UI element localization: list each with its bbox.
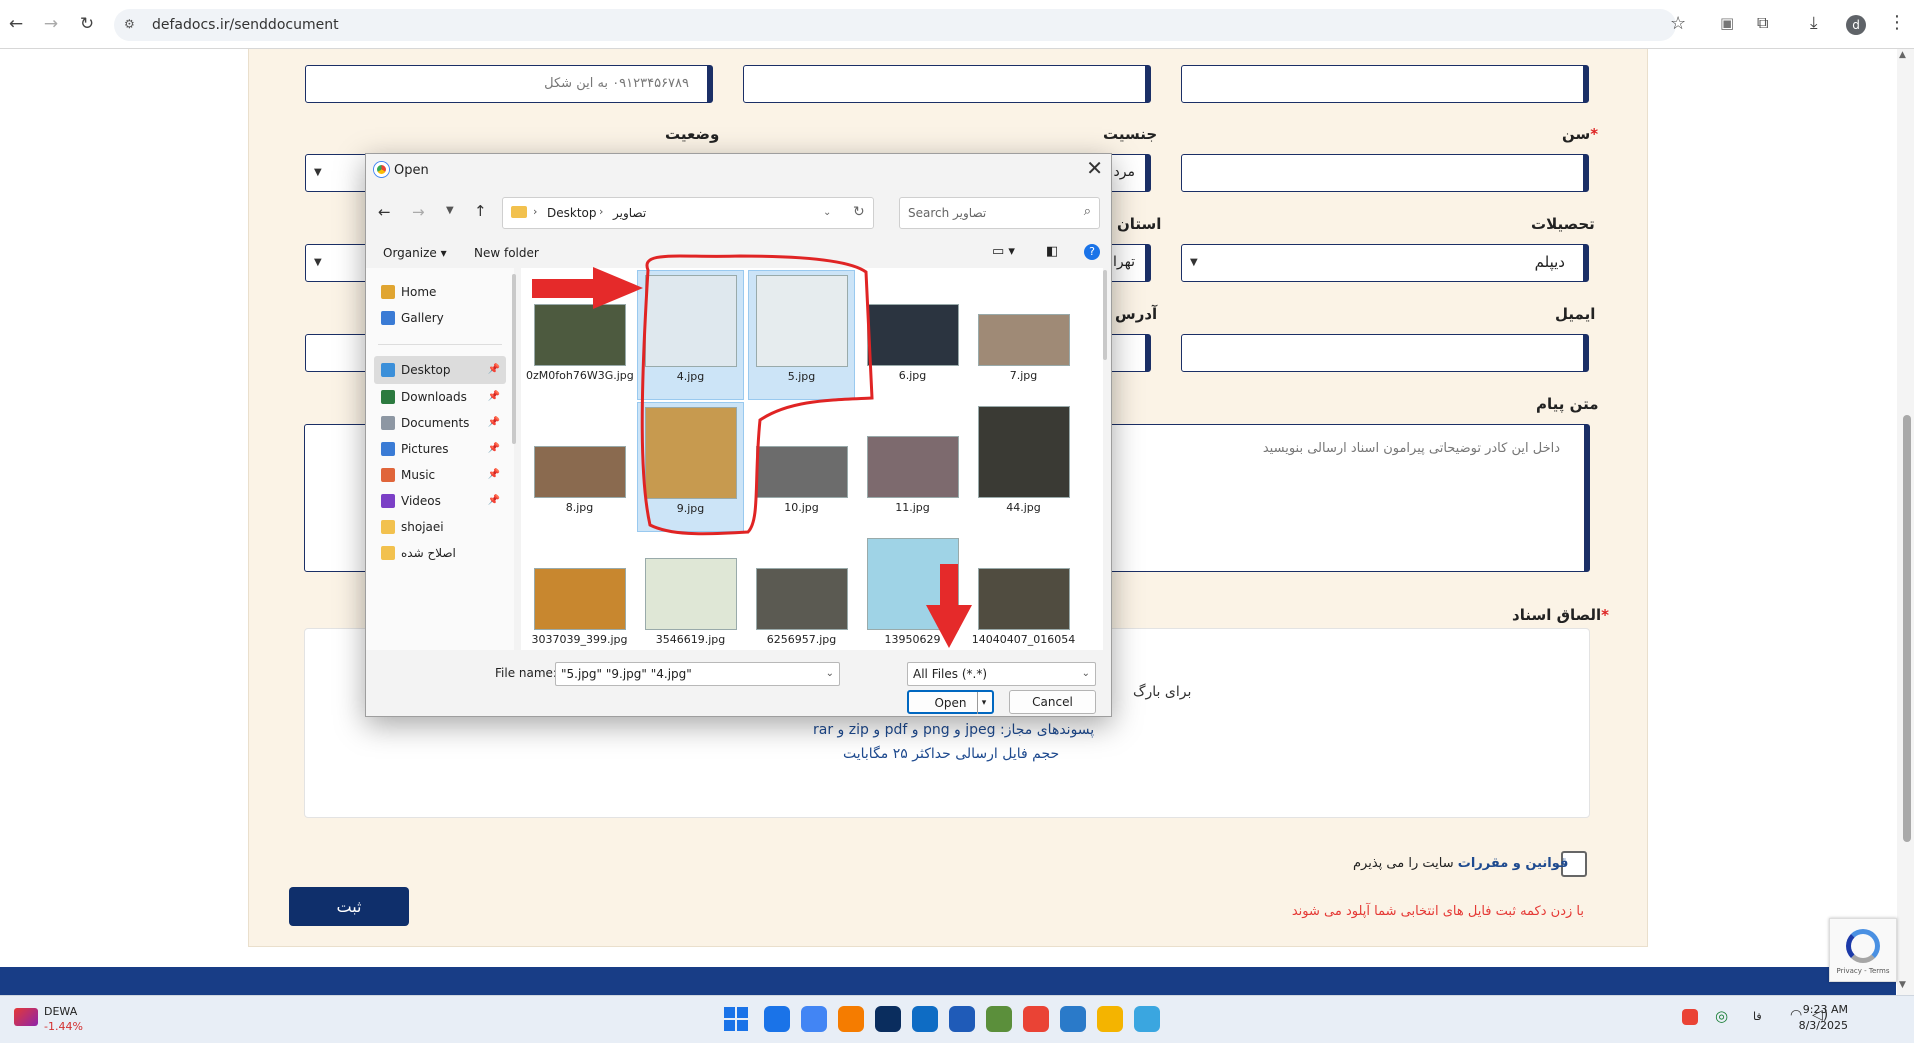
stock-change: -1.44%: [44, 1020, 83, 1033]
taskbar-app-3[interactable]: [875, 1006, 901, 1032]
language-indicator[interactable]: فا: [1753, 1010, 1762, 1023]
stock-name[interactable]: DEWA: [44, 1005, 77, 1018]
taskbar-app-0[interactable]: [764, 1006, 790, 1032]
taskbar-app-1[interactable]: [801, 1006, 827, 1032]
taskbar-app-4[interactable]: [912, 1006, 938, 1032]
stock-icon: [14, 1008, 38, 1026]
arrow-right-icon: [532, 267, 643, 309]
pinned-apps: [764, 1006, 1184, 1034]
taskbar-app-6[interactable]: [986, 1006, 1012, 1032]
taskbar-app-9[interactable]: [1097, 1006, 1123, 1032]
taskbar-app-10[interactable]: [1134, 1006, 1160, 1032]
taskbar-app-7[interactable]: [1023, 1006, 1049, 1032]
taskbar-app-5[interactable]: [949, 1006, 975, 1032]
annotation-overlay: [532, 254, 972, 648]
taskbar-app-2[interactable]: [838, 1006, 864, 1032]
arrow-down-icon: [926, 564, 972, 648]
start-button[interactable]: [724, 1007, 748, 1031]
taskbar: DEWA -1.44% ◎ فا ◠ ◁) 9:23 AM 8/3/2025: [0, 995, 1914, 1043]
clock[interactable]: 9:23 AM 8/3/2025: [1799, 1003, 1848, 1032]
taskbar-app-8[interactable]: [1060, 1006, 1086, 1032]
tray-app-icon[interactable]: [1682, 1009, 1698, 1025]
defender-icon[interactable]: ◎: [1715, 1007, 1728, 1025]
selection-circle: [640, 254, 874, 536]
